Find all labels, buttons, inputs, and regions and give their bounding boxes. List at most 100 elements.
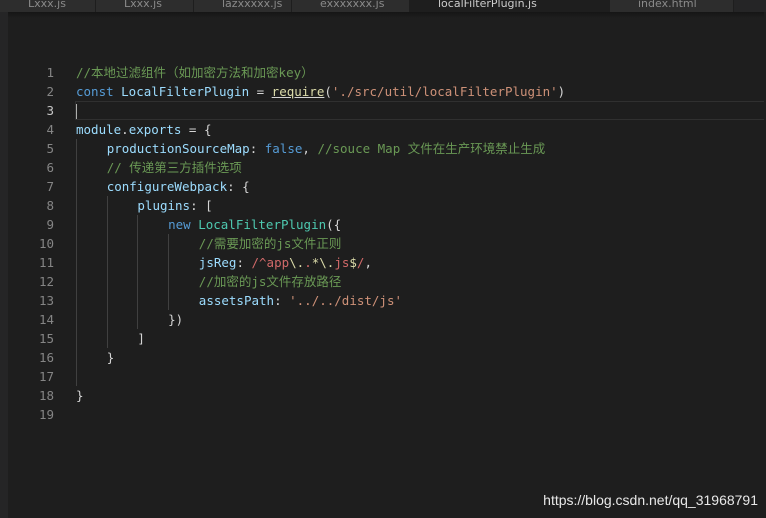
indent-guide [106, 234, 108, 253]
code-line[interactable]: productionSourceMap: false, //souce Map … [76, 139, 764, 158]
tab-5[interactable]: index.html [610, 0, 734, 12]
code-line-content: plugins: [ [137, 196, 212, 215]
line-number: 1 [46, 65, 54, 80]
indent-guide [106, 253, 108, 272]
code-token: = { [181, 122, 212, 137]
watermark-text: https://blog.csdn.net/qq_31968791 [543, 492, 758, 508]
code-line-content: } [76, 386, 84, 405]
indent-guide [106, 291, 108, 310]
indent-guide [106, 329, 108, 348]
line-number: 11 [38, 255, 54, 270]
indent-guide [76, 177, 77, 196]
code-line[interactable]: const LocalFilterPlugin = require('./src… [76, 82, 764, 101]
line-number: 12 [38, 274, 54, 289]
code-token: // 传递第三方插件选项 [106, 160, 242, 175]
indent-guide [137, 291, 139, 310]
indent-guide [76, 291, 77, 310]
code-line-content: assetsPath: '../../dist/js' [199, 291, 402, 310]
code-line[interactable]: } [76, 386, 764, 405]
code-line-content: ] [137, 329, 145, 348]
code-line-content: jsReg: /^app\..*\.js$/, [199, 253, 372, 272]
line-number: 7 [46, 179, 54, 194]
code-line[interactable]: plugins: [ [76, 196, 764, 215]
code-token: $ [349, 255, 357, 270]
code-line-content: module.exports = { [76, 120, 211, 139]
line-number: 6 [46, 160, 54, 175]
tab-3[interactable]: exxxxxxx.js [292, 0, 410, 12]
code-token: *\. [311, 255, 335, 270]
code-line-content: } [107, 348, 115, 367]
code-token: , [364, 255, 372, 270]
code-token: jsReg [198, 255, 237, 270]
code-token: new [168, 217, 199, 232]
code-token: : [ [190, 198, 213, 213]
code-line-content: productionSourceMap: false, //souce Map … [107, 139, 546, 158]
code-token: ] [137, 331, 145, 346]
code-line[interactable] [75, 101, 766, 120]
line-number: 3 [46, 103, 54, 118]
code-line-content: //需要加密的js文件正则 [199, 234, 342, 253]
code-token: : [236, 255, 252, 270]
code-token: ({ [326, 217, 342, 232]
code-line[interactable]: // 传递第三方插件选项 [76, 158, 764, 177]
code-line[interactable] [76, 405, 764, 424]
code-line[interactable]: } [76, 348, 764, 367]
indent-guide [137, 234, 139, 253]
line-number: 19 [38, 407, 54, 422]
activity-strip [0, 12, 8, 518]
tab-2[interactable]: lazxxxxx.js [194, 0, 292, 12]
code-line[interactable]: jsReg: /^app\..*\.js$/, [76, 253, 764, 272]
line-number: 5 [46, 141, 54, 156]
code-line[interactable]: new LocalFilterPlugin({ [76, 215, 764, 234]
indent-guide [137, 272, 139, 291]
code-line[interactable]: }) [76, 310, 764, 329]
code-token: . [304, 255, 312, 270]
code-area[interactable]: //本地过滤组件（如加密方法和加密key） const LocalFilterPl… [75, 63, 766, 424]
code-token: //加密的js文件存放路径 [198, 274, 342, 289]
indent-guide [137, 215, 139, 234]
indent-guide [106, 310, 108, 329]
tab-0[interactable]: Lxxx.js [0, 0, 96, 12]
code-token: configureWebpack [106, 179, 228, 194]
code-line-content: // 传递第三方插件选项 [107, 158, 242, 177]
code-line-content: const LocalFilterPlugin = require('./src… [76, 82, 565, 101]
code-token: : [249, 141, 265, 156]
code-token: LocalFilterPlugin [121, 84, 250, 99]
code-token: : { [227, 179, 250, 194]
code-line[interactable]: //加密的js文件存放路径 [76, 272, 764, 291]
tab-4[interactable]: localFilterPlugin.js [410, 0, 610, 12]
code-line-content [76, 101, 77, 120]
code-token: /^app [251, 255, 290, 270]
code-line[interactable]: //需要加密的js文件正则 [76, 234, 764, 253]
code-token: js [334, 255, 350, 270]
line-number: 2 [46, 84, 54, 99]
indent-guide [76, 348, 77, 367]
code-line[interactable]: //本地过滤组件（如加密方法和加密key） [76, 63, 764, 82]
code-line[interactable]: configureWebpack: { [76, 177, 764, 196]
line-number: 15 [38, 331, 54, 346]
indent-guide [168, 234, 170, 253]
code-token: }) [168, 312, 184, 327]
line-number: 10 [38, 236, 54, 251]
indent-guide [168, 272, 170, 291]
code-token: ( [324, 84, 332, 99]
code-token: : [274, 293, 290, 308]
code-line[interactable] [76, 367, 764, 386]
code-token: //需要加密的js文件正则 [198, 236, 342, 251]
indent-guide [76, 253, 77, 272]
code-line-content: new LocalFilterPlugin({ [168, 215, 341, 234]
tab-1[interactable]: Lxxx.js [96, 0, 194, 12]
editor-header-area [8, 12, 766, 56]
code-token: const [76, 84, 122, 99]
code-token: , [302, 141, 318, 156]
code-line[interactable]: assetsPath: '../../dist/js' [76, 291, 764, 310]
code-token: } [76, 388, 84, 403]
code-line[interactable]: ] [76, 329, 764, 348]
code-token: //本地过滤组件（如加密方法和加密key） [76, 65, 314, 80]
code-token: plugins [137, 198, 191, 213]
indent-guide [106, 215, 108, 234]
indent-guide [168, 253, 170, 272]
code-line[interactable]: module.exports = { [76, 120, 764, 139]
line-number: 18 [38, 388, 54, 403]
indent-guide [76, 234, 77, 253]
